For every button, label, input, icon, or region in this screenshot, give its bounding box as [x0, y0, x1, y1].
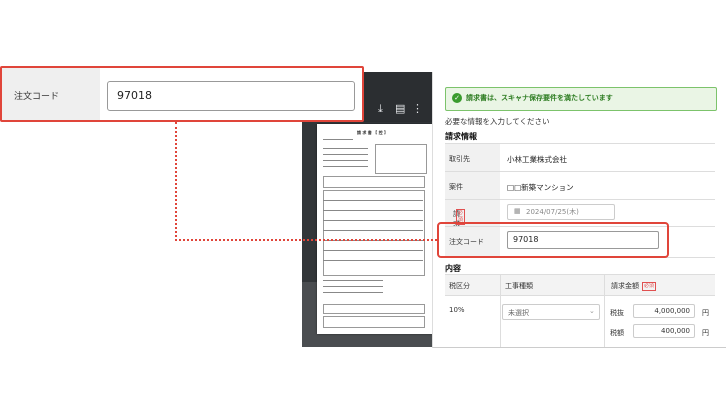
tax-column-header: 税区分	[449, 282, 470, 290]
field-label: 案件	[445, 172, 500, 200]
details-table-header: 税区分 工事種類 請求金額 必須	[445, 274, 715, 296]
check-icon: ✓	[452, 93, 462, 103]
details-section-title: 内容	[445, 264, 461, 273]
download-icon[interactable]: ⤓	[378, 102, 383, 116]
required-badge: 必須	[642, 281, 657, 291]
alert-text: 請求書は、スキャナ保存要件を満たしています	[466, 94, 613, 102]
tax-amount-input[interactable]: 400,000	[633, 324, 695, 338]
date-field[interactable]: ▦ 2024/07/25(木)	[507, 204, 615, 220]
vendor-value: 小林工業株式会社	[507, 155, 567, 164]
pre-tax-amount-input[interactable]: 4,000,000	[633, 304, 695, 318]
validation-alert: ✓ 請求書は、スキャナ保存要件を満たしています	[445, 87, 717, 111]
order-code-highlight	[437, 222, 669, 258]
callout-order-code-input[interactable]: 97018	[107, 81, 355, 111]
project-value: □□新築マンション	[507, 183, 574, 192]
work-type-select[interactable]: 未選択 ⌄	[502, 304, 600, 320]
doc-title: 請 求 書 【 控 】	[357, 130, 388, 135]
connector-line-horizontal	[175, 239, 437, 241]
field-label: 取引先	[445, 144, 500, 172]
field-row-vendor: 取引先 小林工業株式会社	[445, 143, 715, 172]
amount-column-header: 請求金額 必須	[611, 281, 657, 291]
connector-line-vertical	[175, 122, 177, 241]
callout-label: 注文コード	[2, 68, 100, 120]
invoice-document-page: 請 求 書 【 控 】	[317, 124, 432, 334]
print-icon[interactable]: ▤	[395, 102, 405, 115]
tax-amount-label: 税額	[610, 329, 624, 337]
pre-tax-label: 税抜	[610, 309, 624, 317]
chevron-down-icon: ⌄	[589, 307, 595, 315]
zoom-callout: 注文コード 97018	[0, 66, 364, 122]
currency-label: 円	[702, 309, 709, 317]
work-type-column-header: 工事種類	[505, 282, 533, 290]
more-icon[interactable]: ⋮	[412, 102, 423, 115]
form-hint: 必要な情報を入力してください	[445, 117, 550, 126]
invoice-section-title: 請求情報	[445, 132, 477, 141]
currency-label: 円	[702, 329, 709, 337]
calendar-icon: ▦	[514, 207, 521, 215]
tax-rate: 10%	[449, 306, 465, 314]
field-row-project: 案件 □□新築マンション	[445, 171, 715, 200]
